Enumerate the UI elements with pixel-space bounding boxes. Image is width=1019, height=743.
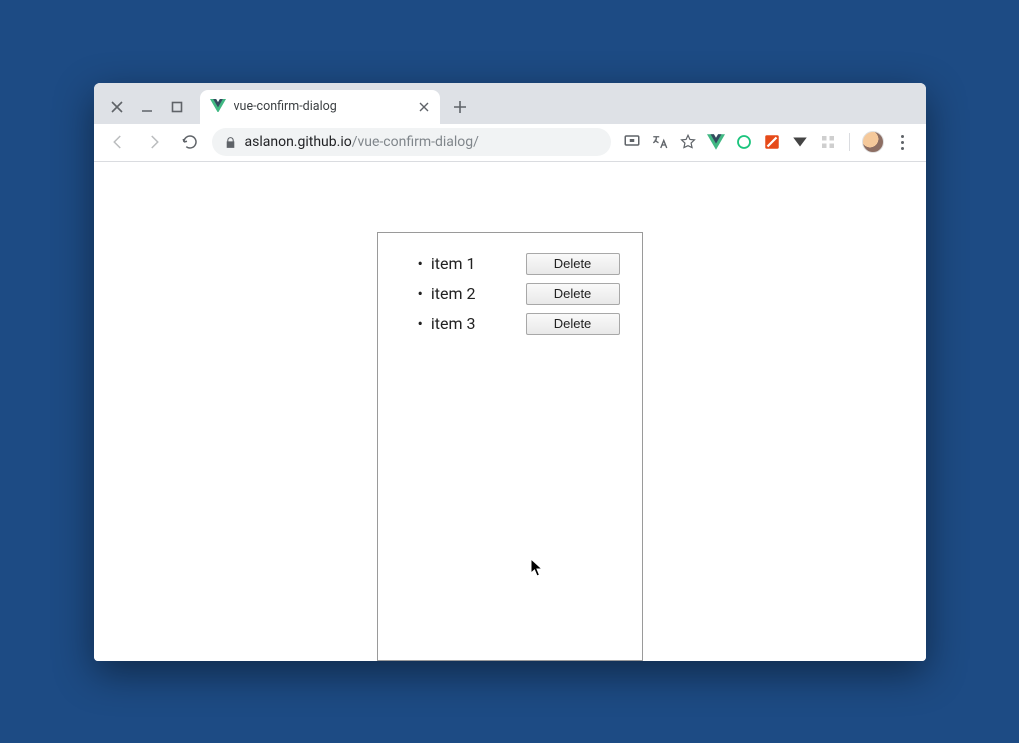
new-tab-button[interactable] [446,93,474,121]
list-item: item 3 Delete [418,309,620,339]
back-button[interactable] [104,128,132,156]
toolbar: aslanon.github.io/vue-confirm-dialog/ [94,124,926,162]
item-label: item 3 [431,314,526,333]
item-label: item 1 [431,254,526,273]
circle-extension-icon[interactable] [735,133,753,151]
tab-close-icon[interactable] [418,101,430,113]
tab-title: vue-confirm-dialog [234,99,410,114]
forward-button[interactable] [140,128,168,156]
url-host: aslanon.github.io [245,134,352,150]
reload-button[interactable] [176,128,204,156]
page-content: item 1 Delete item 2 Delete item 3 Delet… [94,162,926,661]
address-bar[interactable]: aslanon.github.io/vue-confirm-dialog/ [212,128,611,156]
delete-button[interactable]: Delete [526,283,620,305]
red-extension-icon[interactable] [763,133,781,151]
list-item: item 2 Delete [418,279,620,309]
window-minimize-icon[interactable] [140,100,154,114]
grid-extension-icon[interactable] [819,133,837,151]
dark-extension-icon[interactable] [791,133,809,151]
toolbar-separator [849,133,850,151]
device-cast-icon[interactable] [623,133,641,151]
extension-icons [619,131,916,153]
url-path: /vue-confirm-dialog/ [352,134,479,150]
delete-button[interactable]: Delete [526,253,620,275]
browser-window: vue-confirm-dialog aslanon.gith [94,83,926,661]
vue-favicon-icon [210,99,226,115]
translate-icon[interactable] [651,133,669,151]
star-icon[interactable] [679,133,697,151]
vue-devtools-icon[interactable] [707,133,725,151]
titlebar: vue-confirm-dialog [94,83,926,124]
list-item: item 1 Delete [418,249,620,279]
window-maximize-icon[interactable] [170,100,184,114]
delete-button[interactable]: Delete [526,313,620,335]
tab-active[interactable]: vue-confirm-dialog [200,90,440,124]
item-list: item 1 Delete item 2 Delete item 3 Delet… [400,249,620,339]
url-text: aslanon.github.io/vue-confirm-dialog/ [245,134,479,150]
profile-avatar[interactable] [862,131,884,153]
item-label: item 2 [431,284,526,303]
item-panel: item 1 Delete item 2 Delete item 3 Delet… [377,232,643,661]
tab-strip: vue-confirm-dialog [192,83,474,124]
lock-icon [224,136,237,149]
window-controls [102,100,192,124]
browser-menu-button[interactable] [894,133,912,151]
window-close-icon[interactable] [110,100,124,114]
